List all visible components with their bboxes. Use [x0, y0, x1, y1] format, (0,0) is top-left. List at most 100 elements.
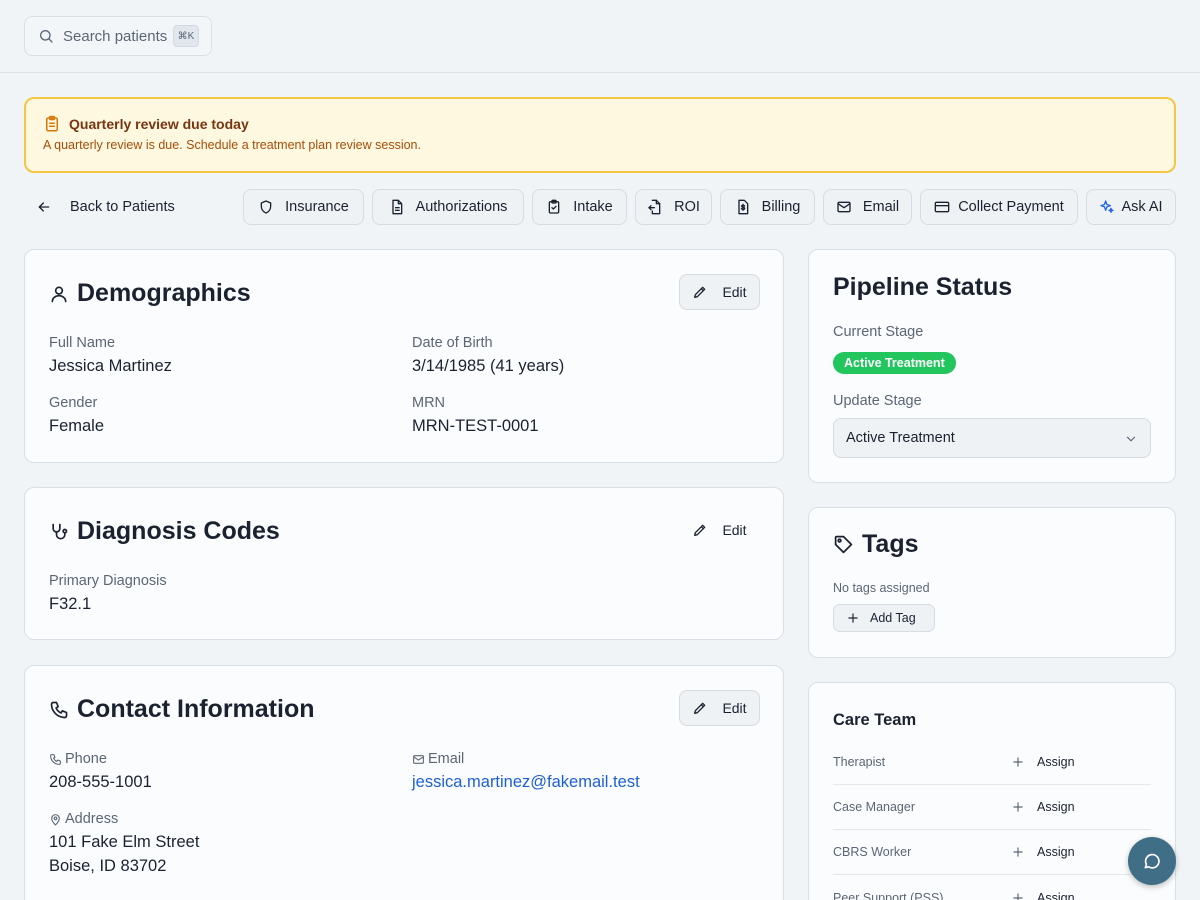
intake-button[interactable]: Intake	[532, 189, 627, 225]
invoice-icon	[735, 199, 751, 215]
sparkles-icon	[1099, 199, 1115, 215]
care-team-row: Case Manager Assign	[833, 785, 1151, 830]
mrn-value: MRN-TEST-0001	[412, 417, 539, 435]
insurance-label: Insurance	[285, 199, 349, 215]
mail-small-icon	[412, 753, 425, 766]
address-label-row: Address	[49, 811, 118, 827]
email-label: Email	[428, 751, 465, 767]
billing-label: Billing	[761, 199, 801, 215]
plus-icon	[1011, 845, 1025, 859]
demographics-edit-button[interactable]: Edit	[679, 274, 760, 310]
document-icon	[389, 199, 405, 215]
stage-select-value: Active Treatment	[846, 430, 955, 446]
phone-value: 208-555-1001	[49, 773, 152, 791]
primary-diagnosis-value: F32.1	[49, 595, 92, 613]
assign-case-manager-button[interactable]: Assign	[1011, 800, 1075, 814]
current-stage-label: Current Stage	[833, 324, 924, 340]
shortcut-hint: ⌘K	[173, 25, 199, 47]
pencil-icon	[692, 522, 708, 538]
tags-card: Tags No tags assigned Add Tag	[808, 507, 1176, 658]
pipeline-status-card: Pipeline Status Current Stage Active Tre…	[808, 249, 1176, 483]
dob-value: 3/14/1985 (41 years)	[412, 357, 565, 375]
full-name-label: Full Name	[49, 335, 116, 351]
email-button[interactable]: Email	[823, 189, 912, 225]
ask-ai-label: Ask AI	[1121, 199, 1163, 215]
edit-label: Edit	[722, 284, 747, 300]
email-link[interactable]: jessica.martinez@fakemail.test	[412, 773, 640, 792]
address-line1: 101 Fake Elm Street	[49, 833, 200, 851]
insurance-button[interactable]: Insurance	[243, 189, 364, 225]
billing-button[interactable]: Billing	[720, 189, 815, 225]
role-label: Therapist	[833, 755, 886, 769]
chat-bubble-icon	[1142, 851, 1162, 871]
role-label: Case Manager	[833, 800, 915, 814]
edit-label: Edit	[722, 522, 747, 538]
contact-edit-button[interactable]: Edit	[679, 690, 760, 726]
dob-label: Date of Birth	[412, 335, 493, 351]
assign-peer-support-button[interactable]: Assign	[1011, 891, 1075, 900]
stage-select[interactable]: Active Treatment	[833, 418, 1151, 458]
primary-diagnosis-label: Primary Diagnosis	[49, 573, 167, 589]
tags-title: Tags	[862, 530, 919, 558]
stethoscope-icon	[49, 522, 69, 542]
add-tag-label: Add Tag	[870, 611, 916, 625]
care-team-row: Peer Support (PSS) Assign	[833, 875, 1151, 900]
chat-button[interactable]	[1128, 837, 1176, 885]
file-transfer-icon	[647, 199, 663, 215]
authorizations-label: Authorizations	[415, 199, 508, 215]
care-team-title: Care Team	[833, 711, 917, 729]
pencil-icon	[692, 700, 708, 716]
roi-button[interactable]: ROI	[635, 189, 712, 225]
pipeline-title: Pipeline Status	[833, 273, 1013, 301]
user-icon	[49, 284, 69, 304]
status-badge: Active Treatment	[833, 352, 956, 374]
gender-label: Gender	[49, 395, 98, 411]
back-to-patients-link[interactable]: Back to Patients	[36, 196, 175, 218]
phone-small-icon	[49, 753, 62, 766]
email-label: Email	[862, 199, 900, 215]
plus-icon	[1011, 755, 1025, 769]
care-team-row: CBRS Worker Assign	[833, 830, 1151, 875]
care-team-card: Care Team Therapist Assign Case Manager …	[808, 682, 1176, 900]
full-name-value: Jessica Martinez	[49, 357, 172, 375]
collect-payment-button[interactable]: Collect Payment	[920, 189, 1078, 225]
shield-icon	[258, 199, 274, 215]
no-tags-text: No tags assigned	[833, 581, 930, 595]
assign-label: Assign	[1037, 755, 1075, 769]
alert-title: Quarterly review due today	[69, 116, 249, 132]
phone-icon	[49, 700, 69, 720]
authorizations-button[interactable]: Authorizations	[372, 189, 524, 225]
diagnosis-edit-button[interactable]: Edit	[679, 512, 760, 548]
assign-cbrs-worker-button[interactable]: Assign	[1011, 845, 1075, 859]
contact-title: Contact Information	[77, 695, 315, 723]
clipboard-icon	[546, 199, 562, 215]
intake-label: Intake	[573, 199, 613, 215]
plus-icon	[1011, 800, 1025, 814]
email-label-row: Email	[412, 751, 464, 767]
assign-label: Assign	[1037, 845, 1075, 859]
ask-ai-button[interactable]: Ask AI	[1086, 189, 1176, 225]
edit-label: Edit	[722, 700, 747, 716]
alert-message: A quarterly review is due. Schedule a tr…	[43, 138, 421, 152]
gender-value: Female	[49, 417, 105, 435]
mrn-label: MRN	[412, 395, 446, 411]
demographics-title: Demographics	[77, 279, 251, 307]
add-tag-button[interactable]: Add Tag	[833, 604, 935, 632]
update-stage-label: Update Stage	[833, 393, 922, 409]
collect-payment-label: Collect Payment	[958, 199, 1064, 215]
review-alert: Quarterly review due today A quarterly r…	[24, 97, 1176, 173]
top-bar: Search patients ⌘K	[0, 0, 1200, 73]
plus-icon	[1011, 891, 1025, 900]
patient-search[interactable]: Search patients ⌘K	[24, 16, 212, 56]
pencil-icon	[692, 284, 708, 300]
role-label: Peer Support (PSS)	[833, 890, 944, 900]
mail-icon	[836, 199, 852, 215]
assign-therapist-button[interactable]: Assign	[1011, 755, 1075, 769]
contact-card: Contact Information Edit Phone 208-555-1…	[24, 665, 784, 900]
role-label: CBRS Worker	[833, 845, 912, 859]
phone-label-row: Phone	[49, 751, 107, 767]
diagnosis-title: Diagnosis Codes	[77, 517, 280, 545]
address-line2: Boise, ID 83702	[49, 857, 167, 875]
tag-icon	[833, 534, 854, 555]
assign-label: Assign	[1037, 800, 1075, 814]
